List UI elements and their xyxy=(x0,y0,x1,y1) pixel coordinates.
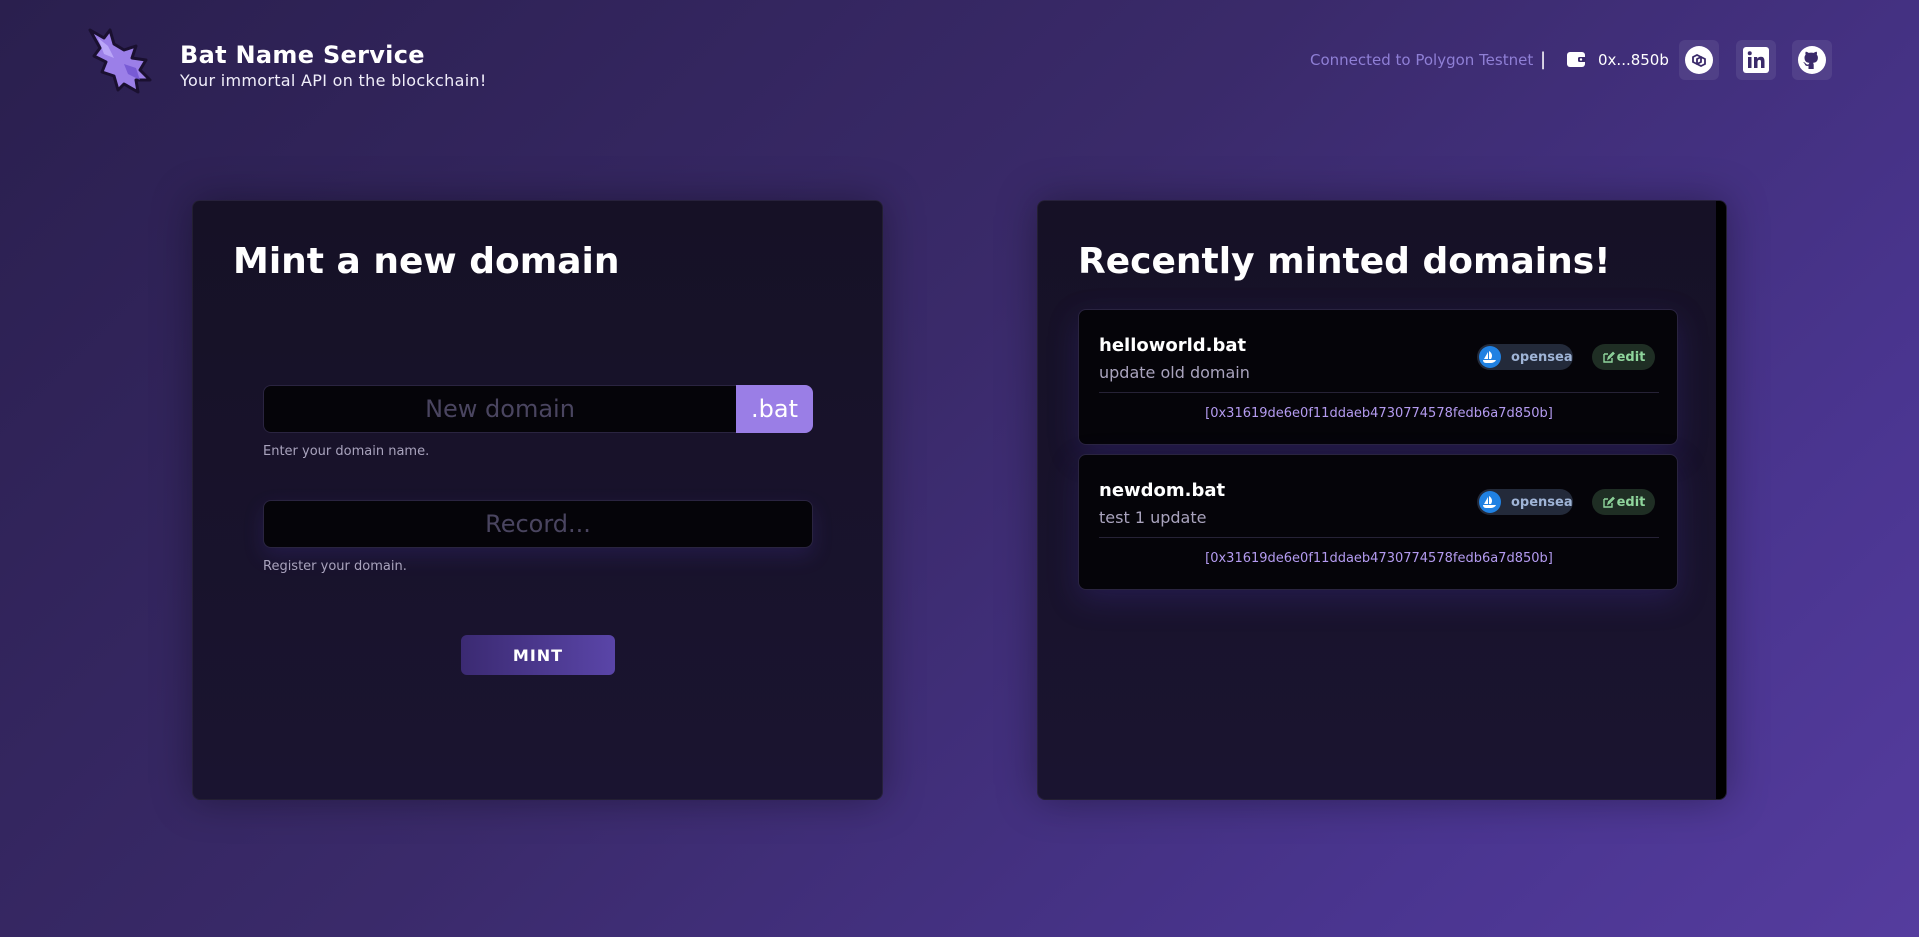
recent-domains-panel: Recently minted domains! helloworld.bat … xyxy=(1037,200,1727,800)
domain-record: test 1 update xyxy=(1099,508,1207,527)
record-input[interactable] xyxy=(263,500,813,548)
opensea-label: opensea xyxy=(1511,494,1573,510)
opensea-link[interactable]: opensea xyxy=(1477,489,1573,515)
opensea-icon xyxy=(1479,491,1501,513)
opensea-icon xyxy=(1479,346,1501,368)
domain-input-group: .bat xyxy=(263,385,813,433)
domain-card: helloworld.bat update old domain opensea… xyxy=(1078,309,1678,445)
separator: | xyxy=(1540,49,1547,70)
edit-icon xyxy=(1602,496,1615,508)
linkedin-icon xyxy=(1743,47,1769,73)
owner-address[interactable]: [0x31619de6e0f11ddaeb4730774578fedb6a7d8… xyxy=(1079,406,1679,421)
edit-button[interactable]: edit xyxy=(1592,489,1655,515)
record-hint: Register your domain. xyxy=(263,559,407,574)
wallet-address[interactable]: 0x...850b xyxy=(1598,51,1669,69)
domain-name[interactable]: helloworld.bat xyxy=(1099,335,1246,356)
header: Bat Name Service Your immortal API on th… xyxy=(0,0,1919,120)
mint-panel: Mint a new domain .bat Enter your domain… xyxy=(192,200,883,800)
domain-input[interactable] xyxy=(263,385,736,433)
domain-name[interactable]: newdom.bat xyxy=(1099,480,1225,501)
tld-suffix: .bat xyxy=(736,385,813,433)
domain-card: newdom.bat test 1 update opensea edit [0… xyxy=(1078,454,1678,590)
bat-icon[interactable] xyxy=(84,24,156,96)
domain-record: update old domain xyxy=(1099,363,1250,382)
opensea-label: opensea xyxy=(1511,349,1573,365)
mint-panel-title: Mint a new domain xyxy=(233,241,620,282)
network-status: Connected to Polygon Testnet xyxy=(1310,51,1534,69)
edit-button[interactable]: edit xyxy=(1592,344,1655,370)
edit-label: edit xyxy=(1616,349,1646,365)
scrollbar[interactable] xyxy=(1716,201,1726,799)
github-icon xyxy=(1798,46,1826,74)
mint-button[interactable]: MINT xyxy=(461,635,615,675)
card-divider xyxy=(1099,392,1659,393)
recent-panel-title: Recently minted domains! xyxy=(1078,241,1611,282)
polygon-icon xyxy=(1685,46,1713,74)
edit-label: edit xyxy=(1616,494,1646,510)
wallet-icon xyxy=(1567,52,1586,67)
brand-title: Bat Name Service xyxy=(180,41,425,69)
polygon-link[interactable] xyxy=(1679,40,1719,80)
github-link[interactable] xyxy=(1792,40,1832,80)
card-divider xyxy=(1099,537,1659,538)
brand-subtitle: Your immortal API on the blockchain! xyxy=(180,71,487,90)
linkedin-link[interactable] xyxy=(1736,40,1776,80)
edit-icon xyxy=(1602,351,1615,363)
opensea-link[interactable]: opensea xyxy=(1477,344,1573,370)
owner-address[interactable]: [0x31619de6e0f11ddaeb4730774578fedb6a7d8… xyxy=(1079,551,1679,566)
domain-hint: Enter your domain name. xyxy=(263,444,430,459)
